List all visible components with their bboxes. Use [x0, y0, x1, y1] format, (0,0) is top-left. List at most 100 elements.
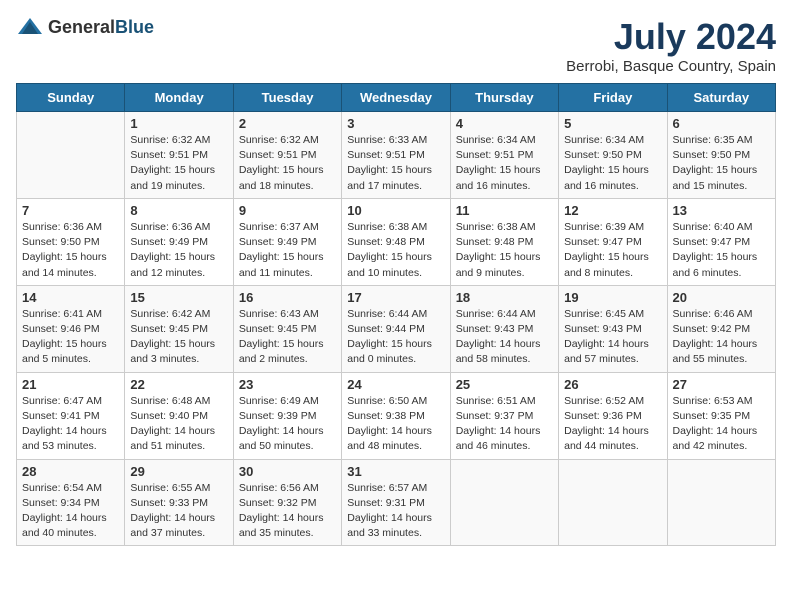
calendar-cell: 1 Sunrise: 6:32 AMSunset: 9:51 PMDaylight…: [125, 112, 233, 199]
location-subtitle: Berrobi, Basque Country, Spain: [566, 58, 776, 75]
day-number: 24: [347, 377, 444, 392]
day-info: Sunrise: 6:44 AMSunset: 9:44 PMDaylight:…: [347, 307, 444, 368]
day-info: Sunrise: 6:43 AMSunset: 9:45 PMDaylight:…: [239, 307, 336, 368]
day-number: 21: [22, 377, 119, 392]
calendar-cell: 15 Sunrise: 6:42 AMSunset: 9:45 PMDayligh…: [125, 285, 233, 372]
calendar-cell: 18Sunrise: 6:44 AMSunset: 9:43 PMDayligh…: [450, 285, 558, 372]
day-number: 6: [673, 116, 770, 131]
calendar-week-4: 21 Sunrise: 6:47 AMSunset: 9:41 PMDayligh…: [17, 372, 776, 459]
calendar-cell: 4 Sunrise: 6:34 AMSunset: 9:51 PMDaylight…: [450, 112, 558, 199]
day-number: 17: [347, 290, 444, 305]
day-number: 14: [22, 290, 119, 305]
calendar-cell: [559, 459, 667, 546]
title-block: July 2024 Berrobi, Basque Country, Spain: [566, 16, 776, 75]
day-number: 22: [130, 377, 227, 392]
day-header-monday: Monday: [125, 84, 233, 112]
day-number: 1: [130, 116, 227, 131]
day-info: Sunrise: 6:50 AMSunset: 9:38 PMDaylight:…: [347, 394, 444, 455]
calendar-cell: 10Sunrise: 6:38 AMSunset: 9:48 PMDayligh…: [342, 198, 450, 285]
calendar-cell: 3Sunrise: 6:33 AMSunset: 9:51 PMDaylight…: [342, 112, 450, 199]
day-info: Sunrise: 6:41 AMSunset: 9:46 PMDaylight:…: [22, 307, 119, 368]
logo-general: General: [48, 17, 115, 37]
day-info: Sunrise: 6:32 AMSunset: 9:51 PMDaylight:…: [130, 133, 227, 194]
day-number: 26: [564, 377, 661, 392]
calendar-cell: 20 Sunrise: 6:46 AMSunset: 9:42 PMDayligh…: [667, 285, 775, 372]
day-header-friday: Friday: [559, 84, 667, 112]
calendar-cell: 27Sunrise: 6:53 AMSunset: 9:35 PMDayligh…: [667, 372, 775, 459]
day-info: Sunrise: 6:45 AMSunset: 9:43 PMDaylight:…: [564, 307, 661, 368]
day-number: 12: [564, 203, 661, 218]
calendar-cell: 9Sunrise: 6:37 AMSunset: 9:49 PMDaylight…: [233, 198, 341, 285]
calendar-cell: 2 Sunrise: 6:32 AMSunset: 9:51 PMDaylight…: [233, 112, 341, 199]
day-number: 16: [239, 290, 336, 305]
day-info: Sunrise: 6:39 AMSunset: 9:47 PMDaylight:…: [564, 220, 661, 281]
day-number: 19: [564, 290, 661, 305]
calendar-cell: 31 Sunrise: 6:57 AMSunset: 9:31 PMDayligh…: [342, 459, 450, 546]
day-info: Sunrise: 6:44 AMSunset: 9:43 PMDaylight:…: [456, 307, 553, 368]
calendar-cell: 26 Sunrise: 6:52 AMSunset: 9:36 PMDayligh…: [559, 372, 667, 459]
calendar-cell: 28 Sunrise: 6:54 AMSunset: 9:34 PMDayligh…: [17, 459, 125, 546]
calendar-cell: 29 Sunrise: 6:55 AMSunset: 9:33 PMDayligh…: [125, 459, 233, 546]
day-number: 15: [130, 290, 227, 305]
day-info: Sunrise: 6:34 AMSunset: 9:51 PMDaylight:…: [456, 133, 553, 194]
day-header-wednesday: Wednesday: [342, 84, 450, 112]
calendar-cell: 8 Sunrise: 6:36 AMSunset: 9:49 PMDaylight…: [125, 198, 233, 285]
day-header-saturday: Saturday: [667, 84, 775, 112]
calendar-cell: [450, 459, 558, 546]
day-info: Sunrise: 6:46 AMSunset: 9:42 PMDaylight:…: [673, 307, 770, 368]
day-info: Sunrise: 6:33 AMSunset: 9:51 PMDaylight:…: [347, 133, 444, 194]
day-info: Sunrise: 6:32 AMSunset: 9:51 PMDaylight:…: [239, 133, 336, 194]
calendar-cell: 25Sunrise: 6:51 AMSunset: 9:37 PMDayligh…: [450, 372, 558, 459]
calendar-cell: 24 Sunrise: 6:50 AMSunset: 9:38 PMDayligh…: [342, 372, 450, 459]
day-info: Sunrise: 6:55 AMSunset: 9:33 PMDaylight:…: [130, 481, 227, 542]
day-info: Sunrise: 6:42 AMSunset: 9:45 PMDaylight:…: [130, 307, 227, 368]
day-info: Sunrise: 6:35 AMSunset: 9:50 PMDaylight:…: [673, 133, 770, 194]
calendar-cell: 21 Sunrise: 6:47 AMSunset: 9:41 PMDayligh…: [17, 372, 125, 459]
calendar-cell: 19 Sunrise: 6:45 AMSunset: 9:43 PMDayligh…: [559, 285, 667, 372]
calendar-table: SundayMondayTuesdayWednesdayThursdayFrid…: [16, 83, 776, 546]
logo-icon: [16, 16, 44, 38]
day-info: Sunrise: 6:34 AMSunset: 9:50 PMDaylight:…: [564, 133, 661, 194]
day-number: 7: [22, 203, 119, 218]
day-info: Sunrise: 6:47 AMSunset: 9:41 PMDaylight:…: [22, 394, 119, 455]
day-number: 28: [22, 464, 119, 479]
calendar-cell: [667, 459, 775, 546]
logo-blue: Blue: [115, 17, 154, 37]
calendar-header: SundayMondayTuesdayWednesdayThursdayFrid…: [17, 84, 776, 112]
calendar-week-5: 28 Sunrise: 6:54 AMSunset: 9:34 PMDayligh…: [17, 459, 776, 546]
day-number: 10: [347, 203, 444, 218]
calendar-cell: 23 Sunrise: 6:49 AMSunset: 9:39 PMDayligh…: [233, 372, 341, 459]
day-info: Sunrise: 6:40 AMSunset: 9:47 PMDaylight:…: [673, 220, 770, 281]
calendar-cell: 30Sunrise: 6:56 AMSunset: 9:32 PMDayligh…: [233, 459, 341, 546]
day-info: Sunrise: 6:49 AMSunset: 9:39 PMDaylight:…: [239, 394, 336, 455]
day-info: Sunrise: 6:36 AMSunset: 9:49 PMDaylight:…: [130, 220, 227, 281]
day-number: 4: [456, 116, 553, 131]
calendar-cell: 5Sunrise: 6:34 AMSunset: 9:50 PMDaylight…: [559, 112, 667, 199]
calendar-cell: 6 Sunrise: 6:35 AMSunset: 9:50 PMDaylight…: [667, 112, 775, 199]
day-info: Sunrise: 6:52 AMSunset: 9:36 PMDaylight:…: [564, 394, 661, 455]
day-number: 11: [456, 203, 553, 218]
day-number: 20: [673, 290, 770, 305]
day-number: 31: [347, 464, 444, 479]
day-number: 2: [239, 116, 336, 131]
day-info: Sunrise: 6:57 AMSunset: 9:31 PMDaylight:…: [347, 481, 444, 542]
calendar-cell: 14 Sunrise: 6:41 AMSunset: 9:46 PMDayligh…: [17, 285, 125, 372]
calendar-cell: 11 Sunrise: 6:38 AMSunset: 9:48 PMDayligh…: [450, 198, 558, 285]
day-info: Sunrise: 6:56 AMSunset: 9:32 PMDaylight:…: [239, 481, 336, 542]
calendar-cell: 7 Sunrise: 6:36 AMSunset: 9:50 PMDaylight…: [17, 198, 125, 285]
day-info: Sunrise: 6:53 AMSunset: 9:35 PMDaylight:…: [673, 394, 770, 455]
calendar-cell: 13 Sunrise: 6:40 AMSunset: 9:47 PMDayligh…: [667, 198, 775, 285]
month-year-title: July 2024: [566, 16, 776, 58]
day-info: Sunrise: 6:51 AMSunset: 9:37 PMDaylight:…: [456, 394, 553, 455]
day-number: 8: [130, 203, 227, 218]
day-info: Sunrise: 6:38 AMSunset: 9:48 PMDaylight:…: [456, 220, 553, 281]
day-info: Sunrise: 6:54 AMSunset: 9:34 PMDaylight:…: [22, 481, 119, 542]
calendar-cell: 12 Sunrise: 6:39 AMSunset: 9:47 PMDayligh…: [559, 198, 667, 285]
day-header-sunday: Sunday: [17, 84, 125, 112]
day-info: Sunrise: 6:36 AMSunset: 9:50 PMDaylight:…: [22, 220, 119, 281]
day-number: 23: [239, 377, 336, 392]
day-number: 29: [130, 464, 227, 479]
calendar-week-2: 7 Sunrise: 6:36 AMSunset: 9:50 PMDaylight…: [17, 198, 776, 285]
day-number: 13: [673, 203, 770, 218]
calendar-week-3: 14 Sunrise: 6:41 AMSunset: 9:46 PMDayligh…: [17, 285, 776, 372]
